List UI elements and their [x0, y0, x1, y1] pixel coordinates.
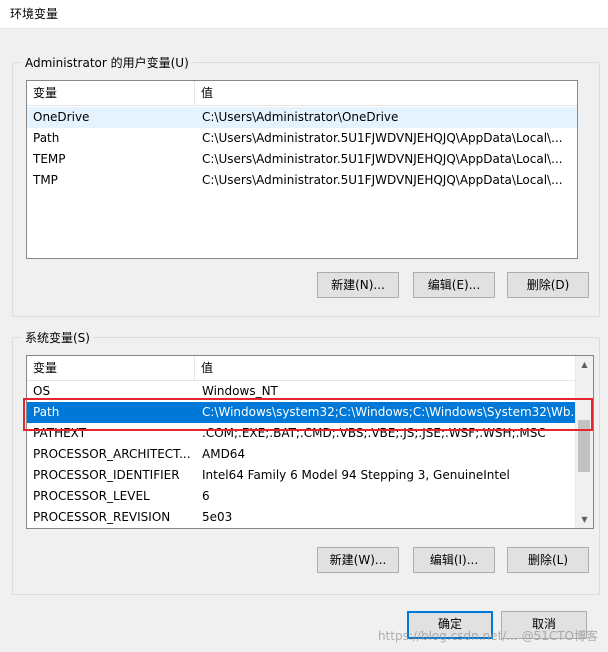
variable-name: PROCESSOR_LEVEL — [33, 489, 150, 503]
table-row[interactable]: TEMP C:\Users\Administrator.5U1FJWDVNJEH… — [27, 149, 577, 170]
system-variables-list[interactable]: 变量 值 OS Windows_NT Path C:\Windows\syste… — [26, 355, 594, 529]
system-list-scrollbar[interactable]: ▲ ▼ — [575, 356, 593, 528]
variable-value: AMD64 — [202, 447, 246, 461]
column-header-variable[interactable]: 变量 — [27, 356, 195, 380]
variable-name: PROCESSOR_REVISION — [33, 510, 171, 524]
variable-name: PROCESSOR_ARCHITECT... — [33, 447, 191, 461]
variable-value: 5e03 — [202, 510, 233, 524]
scroll-up-arrow-icon[interactable]: ▲ — [576, 356, 593, 373]
column-header-value[interactable]: 值 — [195, 356, 576, 380]
variable-value: 6 — [202, 489, 210, 503]
variable-name: TEMP — [33, 152, 66, 166]
system-list-header: 变量 值 — [27, 356, 576, 381]
variable-value: Intel64 Family 6 Model 94 Stepping 3, Ge… — [202, 468, 510, 482]
system-new-button[interactable]: 新建(W)... — [317, 547, 399, 573]
table-row[interactable]: TMP C:\Users\Administrator.5U1FJWDVNJEHQ… — [27, 170, 577, 191]
variable-name: PROCESSOR_IDENTIFIER — [33, 468, 180, 482]
variable-value: C:\Users\Administrator.5U1FJWDVNJEHQJQ\A… — [202, 152, 563, 166]
variable-name: Path — [33, 131, 60, 145]
table-row[interactable]: PROCESSOR_IDENTIFIER Intel64 Family 6 Mo… — [27, 465, 575, 486]
title-bar: 环境变量 — [0, 0, 608, 29]
window-title: 环境变量 — [10, 7, 59, 21]
user-list-header: 变量 值 — [27, 81, 577, 106]
column-header-value[interactable]: 值 — [195, 81, 577, 105]
system-edit-button[interactable]: 编辑(I)... — [413, 547, 495, 573]
column-header-variable[interactable]: 变量 — [27, 81, 195, 105]
variable-value: C:\Users\Administrator.5U1FJWDVNJEHQJQ\A… — [202, 131, 563, 145]
scroll-down-arrow-icon[interactable]: ▼ — [576, 511, 593, 528]
table-row[interactable]: PROCESSOR_ARCHITECT... AMD64 — [27, 444, 575, 465]
user-variables-label: Administrator 的用户变量(U) — [21, 54, 193, 71]
system-variables-label: 系统变量(S) — [21, 329, 94, 346]
variable-name: OneDrive — [33, 110, 90, 124]
system-delete-button[interactable]: 删除(L) — [507, 547, 589, 573]
table-row[interactable]: Path C:\Users\Administrator.5U1FJWDVNJEH… — [27, 128, 577, 149]
table-row[interactable]: PROCESSOR_REVISION 5e03 — [27, 507, 575, 528]
table-row[interactable]: OneDrive C:\Users\Administrator\OneDrive — [27, 107, 577, 128]
watermark-text: https://blog.csdn.net/... @51CTO博客 — [377, 629, 598, 643]
variable-value: C:\Users\Administrator.5U1FJWDVNJEHQJQ\A… — [202, 173, 563, 187]
user-new-button[interactable]: 新建(N)... — [317, 272, 399, 298]
table-row[interactable]: PROCESSOR_LEVEL 6 — [27, 486, 575, 507]
annotation-highlight-box — [23, 398, 593, 431]
variable-value: C:\Users\Administrator\OneDrive — [202, 110, 399, 124]
variable-name: TMP — [33, 173, 58, 187]
user-delete-button[interactable]: 删除(D) — [507, 272, 589, 298]
user-edit-button[interactable]: 编辑(E)... — [413, 272, 495, 298]
user-variables-list[interactable]: 变量 值 OneDrive C:\Users\Administrator\One… — [26, 80, 578, 259]
